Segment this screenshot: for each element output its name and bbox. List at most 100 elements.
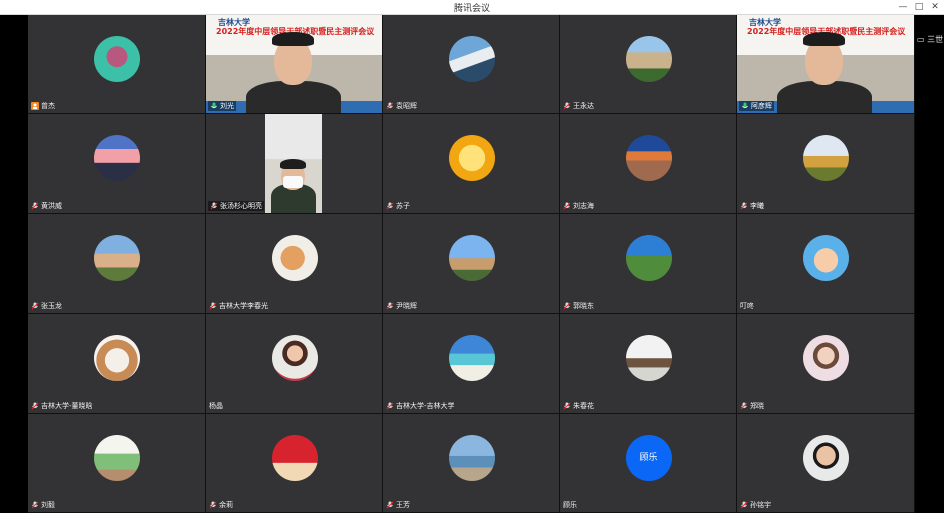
participant-avatar — [271, 235, 318, 281]
participant-avatar — [448, 235, 495, 281]
participant-avatar — [803, 335, 849, 381]
participant-tile[interactable]: 顾乐 顾乐 — [560, 414, 737, 513]
avatar-initials: 顾乐 — [639, 452, 658, 463]
participant-tile[interactable]: 吉林大学-董晓晗 — [28, 314, 206, 414]
participant-name: 张汤杉心明亮 — [220, 202, 262, 210]
participant-tile[interactable]: 曾杰 — [28, 15, 206, 114]
participant-avatar — [94, 335, 140, 381]
participant-name: 刘志海 — [573, 202, 594, 210]
participant-name-tag: 张汤杉心明亮 — [208, 201, 264, 211]
participant-name-tag: 郭晓东 — [563, 301, 594, 311]
participant-avatar — [94, 135, 140, 181]
mic-muted-icon — [31, 302, 39, 310]
participant-avatar — [448, 434, 495, 481]
participant-video — [265, 114, 322, 213]
participant-name: 叮咚 — [740, 302, 754, 310]
participant-name-tag: 杨晶 — [209, 401, 223, 411]
maximize-button[interactable]: □ — [912, 0, 926, 14]
participant-name: 余莉 — [219, 501, 233, 509]
participant-name: 吉林大学李春光 — [219, 302, 268, 310]
title-bar: 腾讯会议 — □ ✕ — [0, 0, 944, 15]
participant-tile[interactable]: 刘志海 — [560, 114, 737, 214]
participant-name: 顾乐 — [563, 501, 577, 509]
mic-muted-icon — [31, 202, 39, 210]
participant-name-tag: 叮咚 — [740, 301, 754, 311]
participant-name-tag: 吉林大学-董晓晗 — [31, 401, 93, 411]
mic-muted-icon — [386, 402, 394, 410]
participant-avatar — [271, 434, 318, 481]
participant-tile[interactable]: 吉林大学李春光 — [206, 214, 383, 314]
participant-name-tag: 刘毅 — [31, 500, 55, 510]
mic-active-icon — [741, 102, 749, 110]
participant-tile[interactable]: 王芳 — [383, 414, 560, 513]
participant-avatar: 顾乐 — [625, 434, 672, 481]
mic-muted-icon — [563, 302, 571, 310]
mic-muted-icon — [740, 402, 748, 410]
participant-tile[interactable]: 张玉龙 — [28, 214, 206, 314]
participant-tile[interactable]: 孙铭宇 — [737, 414, 915, 513]
participant-tile[interactable]: 刘毅 — [28, 414, 206, 513]
participant-name-tag: 王芳 — [386, 500, 410, 510]
participant-name: 尹晓辉 — [396, 302, 417, 310]
mic-muted-icon — [563, 402, 571, 410]
shared-slide-video: 吉林大学2022年度中层领导干部述职暨民主测评会议机关党委 — [206, 15, 382, 113]
participant-tile[interactable]: 朱春花 — [560, 314, 737, 414]
participant-avatar — [625, 35, 672, 82]
participant-name-tag: 尹晓辉 — [386, 301, 417, 311]
participant-avatar — [448, 335, 495, 381]
left-margin — [0, 15, 28, 513]
side-panel-tab[interactable]: ▭ 三世 — [917, 32, 944, 48]
mic-muted-icon — [386, 202, 394, 210]
participant-tile[interactable]: 苏子 — [383, 114, 560, 214]
participant-tile[interactable]: 郭晓东 — [560, 214, 737, 314]
participant-tile[interactable]: 余莉 — [206, 414, 383, 513]
participant-avatar — [625, 135, 672, 181]
participant-name: 孙铭宇 — [750, 501, 771, 509]
participant-tile[interactable]: 吉林大学-吉林大学 — [383, 314, 560, 414]
participant-tile[interactable]: 尹晓辉 — [383, 214, 560, 314]
participant-name: 郭晓东 — [573, 302, 594, 310]
participant-name: 张玉龙 — [41, 302, 62, 310]
participant-tile[interactable]: 张汤杉心明亮 — [206, 114, 383, 214]
participant-tile[interactable]: 吉林大学2022年度中层领导干部述职暨民主测评会议机关党委刘光 — [206, 15, 383, 114]
participant-name: 苏子 — [396, 202, 410, 210]
side-panel-icon: ▭ — [917, 35, 928, 44]
participant-name-tag: 阿彦辉 — [739, 101, 774, 111]
participant-name-tag: 黄洪威 — [31, 201, 62, 211]
participant-name-tag: 顾乐 — [563, 500, 577, 510]
participant-name: 阿彦辉 — [751, 102, 772, 110]
participant-tile[interactable]: 黄洪威 — [28, 114, 206, 214]
participant-name-tag: 王永达 — [563, 101, 594, 111]
window-title: 腾讯会议 — [453, 4, 490, 14]
participant-grid: 曾杰吉林大学2022年度中层领导干部述职暨民主测评会议机关党委刘光袁昭辉王永达吉… — [28, 15, 915, 513]
participant-name: 刘光 — [220, 102, 234, 110]
participant-avatar — [271, 335, 318, 381]
participant-tile[interactable]: 吉林大学2022年度中层领导干部述职暨民主测评会议机关党委阿彦辉 — [737, 15, 915, 114]
participant-avatar — [625, 235, 672, 281]
participant-avatar — [625, 335, 672, 381]
participant-name: 曾杰 — [41, 102, 55, 110]
participant-name: 王永达 — [573, 102, 594, 110]
participant-tile[interactable]: 李曦 — [737, 114, 915, 214]
participant-name-tag: 孙铭宇 — [740, 500, 771, 510]
participant-name: 杨晶 — [209, 402, 223, 410]
minimize-button[interactable]: — — [896, 0, 910, 14]
participant-name-tag: 郑晓 — [740, 401, 764, 411]
close-button[interactable]: ✕ — [928, 0, 942, 14]
participant-avatar — [94, 35, 140, 82]
participant-name-tag: 李曦 — [740, 201, 764, 211]
mic-muted-icon — [563, 102, 571, 110]
participant-tile[interactable]: 杨晶 — [206, 314, 383, 414]
participant-tile[interactable]: 王永达 — [560, 15, 737, 114]
mic-muted-icon — [31, 402, 39, 410]
host-icon — [31, 102, 39, 110]
mic-muted-icon — [740, 501, 748, 509]
participant-name-tag: 朱春花 — [563, 401, 594, 411]
participant-tile[interactable]: 叮咚 — [737, 214, 915, 314]
participant-name: 黄洪威 — [41, 202, 62, 210]
participant-name: 刘毅 — [41, 501, 55, 509]
mic-muted-icon — [209, 501, 217, 509]
participant-avatar — [803, 235, 849, 281]
participant-tile[interactable]: 袁昭辉 — [383, 15, 560, 114]
participant-tile[interactable]: 郑晓 — [737, 314, 915, 414]
